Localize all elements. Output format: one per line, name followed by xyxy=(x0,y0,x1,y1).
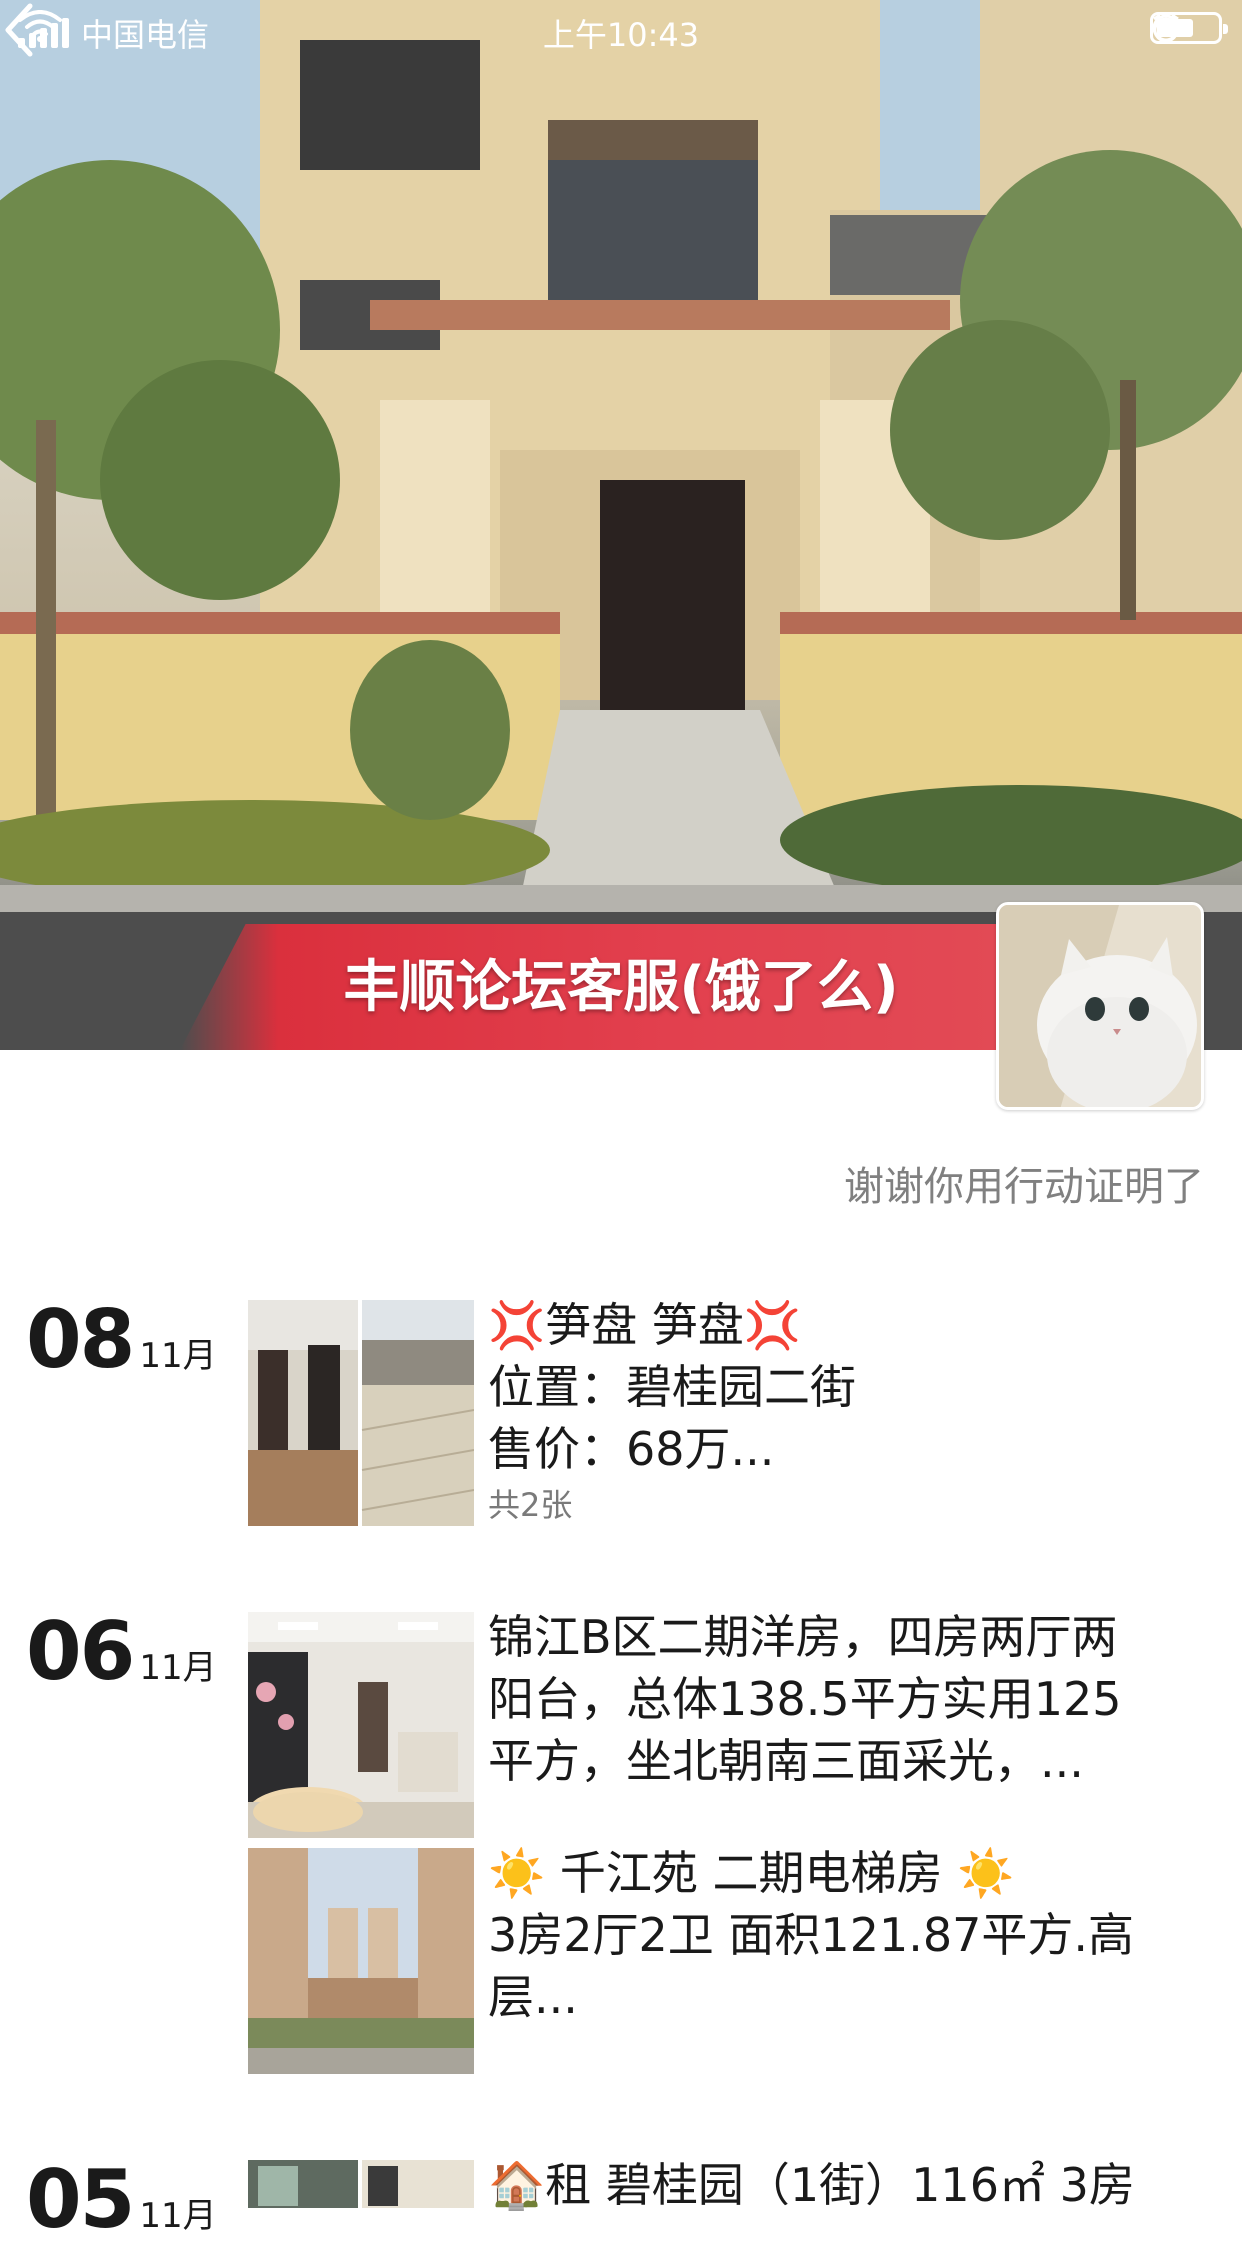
post-line: 售价：68万... xyxy=(488,1422,775,1476)
post-text: 🏠租 碧桂园（1街）116㎡ 3房 xyxy=(488,2154,1208,2216)
date-day: 06 xyxy=(26,1605,135,1698)
post-date: 06 11月 xyxy=(26,1612,217,1692)
profile-avatar[interactable] xyxy=(996,902,1204,1110)
post-thumbnail[interactable] xyxy=(248,2160,474,2208)
post-line: 层... xyxy=(488,1970,578,2024)
post-thumbnail[interactable] xyxy=(248,1848,474,2074)
profile-signature: 谢谢你用行动证明了 xyxy=(844,1164,1204,1210)
post-line: 平方，坐北朝南三面采光，... xyxy=(488,1734,1084,1788)
post-line: 3房2厅2卫 面积121.87平方.高 xyxy=(488,1908,1134,1962)
date-month: 11月 xyxy=(139,2196,217,2236)
post-text: 锦江B区二期洋房，四房两厅两 阳台，总体138.5平方实用125 平方，坐北朝南… xyxy=(488,1606,1208,1792)
post-date: 08 11月 xyxy=(26,1300,217,1380)
cover-photo[interactable]: 中国电信 上午10:43 丰顺论坛客服(饿了么) xyxy=(0,0,1242,1050)
post-text: 💢笋盘 笋盘💢 位置：碧桂园二街 售价：68万... xyxy=(488,1294,1208,1480)
post-line: ☀️ 千江苑 二期电梯房 ☀️ xyxy=(488,1846,1015,1900)
status-bar: 中国电信 上午10:43 xyxy=(0,0,1242,62)
cat-avatar-image xyxy=(999,905,1201,1107)
date-day: 08 xyxy=(26,1293,135,1386)
post-line: 位置：碧桂园二街 xyxy=(488,1360,856,1414)
post-line: 💢笋盘 笋盘💢 xyxy=(488,1298,802,1352)
villa-cover-image xyxy=(0,0,1242,1050)
post-line: 阳台，总体138.5平方实用125 xyxy=(488,1672,1122,1726)
battery-icon xyxy=(1150,12,1228,44)
back-chevron-icon[interactable] xyxy=(0,0,40,60)
carrier-name: 中国电信 xyxy=(81,16,210,54)
post-line: 锦江B区二期洋房，四房两厅两 xyxy=(488,1610,1118,1664)
date-day: 05 xyxy=(26,2153,135,2246)
post-text: ☀️ 千江苑 二期电梯房 ☀️ 3房2厅2卫 面积121.87平方.高 层... xyxy=(488,1842,1208,2028)
date-month: 11月 xyxy=(139,1648,217,1688)
photo-count: 共2张 xyxy=(488,1486,573,1524)
post-date: 05 11月 xyxy=(26,2160,217,2240)
date-month: 11月 xyxy=(139,1336,217,1376)
post-thumbnail[interactable] xyxy=(248,1300,474,1526)
post-thumbnail[interactable] xyxy=(248,1612,474,1838)
post-line: 🏠租 碧桂园（1街）116㎡ 3房 xyxy=(488,2158,1135,2212)
